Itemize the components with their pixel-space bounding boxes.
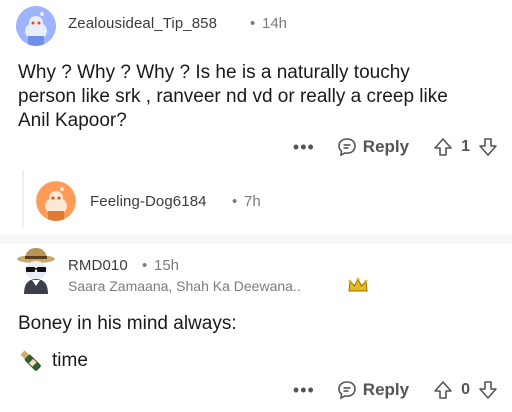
comment-actions: ••• Reply 0: [293, 376, 498, 404]
comment-2: RMD010 • 15h Saara Zamaana, Shah Ka Deew…: [0, 244, 512, 412]
upvote-arrow-icon[interactable]: [433, 137, 453, 157]
meta-separator: •: [250, 15, 256, 32]
comment-body-line: time: [52, 350, 88, 371]
downvote-arrow-icon[interactable]: [478, 380, 498, 400]
snoo-avatar-icon: [16, 6, 56, 46]
reply-label: Reply: [362, 137, 410, 156]
snoo-avatar-icon: [36, 181, 76, 221]
reply-button[interactable]: Reply: [337, 137, 409, 157]
reply-author[interactable]: Feeling-Dog6184: [90, 193, 207, 210]
vote-controls: 0: [433, 380, 498, 400]
reply-bubble-icon: [337, 381, 356, 400]
comment-line: person like srk , ranveer nd vd or reall…: [18, 86, 448, 107]
crown-icon: [348, 277, 368, 292]
comment-line: Why ? Why ? Why ? Is he is a naturally t…: [18, 62, 410, 83]
comment-actions: ••• Reply 1: [293, 133, 498, 161]
comment-body: Why ? Why ? Why ? Is he is a naturally t…: [18, 61, 448, 133]
reply-bubble-icon: [337, 138, 356, 157]
user-avatar[interactable]: [16, 6, 56, 46]
snoo-avatar-icon: [17, 248, 55, 294]
vote-score: 0: [461, 381, 470, 398]
meta-separator: •: [232, 193, 238, 210]
thread-line[interactable]: [22, 170, 24, 228]
comment-time: 14h: [262, 15, 288, 32]
reply-button[interactable]: Reply: [337, 380, 409, 400]
meta-separator: •: [142, 257, 148, 274]
comment-1: Zealousideal_Tip_858 • 14h Why ? Why ? W…: [0, 0, 512, 234]
comment-body-line: Boney in his mind always:: [18, 313, 237, 334]
comment-divider: [0, 234, 512, 244]
comment-author[interactable]: Zealousideal_Tip_858: [68, 15, 217, 32]
more-options-button[interactable]: •••: [293, 137, 315, 158]
bottle-icon: [20, 350, 41, 371]
reply-avatar[interactable]: [36, 181, 76, 221]
reply-label: Reply: [362, 380, 410, 399]
upvote-arrow-icon[interactable]: [433, 380, 453, 400]
more-options-button[interactable]: •••: [293, 380, 315, 401]
downvote-arrow-icon[interactable]: [478, 137, 498, 157]
user-avatar[interactable]: [14, 246, 58, 294]
user-flair: Saara Zamaana, Shah Ka Deewana..: [68, 278, 301, 294]
vote-controls: 1: [433, 137, 498, 157]
vote-score: 1: [461, 138, 470, 155]
comment-line: Anil Kapoor?: [18, 110, 127, 131]
comment-author[interactable]: RMD010: [68, 257, 128, 274]
comment-time: 15h: [154, 257, 180, 274]
reply-time: 7h: [244, 193, 261, 210]
